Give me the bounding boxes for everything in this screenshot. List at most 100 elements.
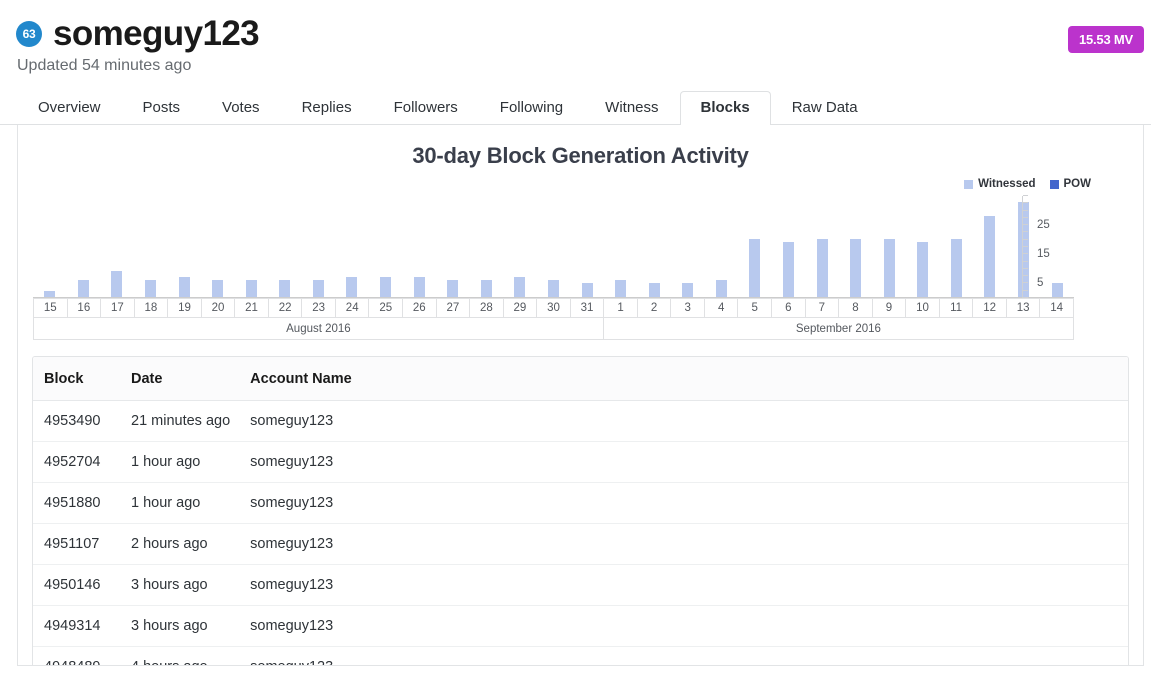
- chart-bar-cell[interactable]: [537, 196, 571, 297]
- chart-bar[interactable]: [380, 277, 391, 297]
- chart-bar-cell[interactable]: [167, 196, 201, 297]
- legend-item-pow[interactable]: POW: [1050, 178, 1091, 190]
- chart-bar[interactable]: [179, 277, 190, 297]
- chart-bar[interactable]: [984, 216, 995, 297]
- chart-bar-cell[interactable]: [671, 196, 705, 297]
- chart-bar-cell[interactable]: [839, 196, 873, 297]
- y-axis-tick: [1023, 202, 1028, 203]
- x-axis-day-label: 1: [604, 299, 638, 317]
- chart-bar[interactable]: [414, 277, 425, 297]
- chart-bar-cell[interactable]: [973, 196, 1007, 297]
- chart-bar[interactable]: [145, 280, 156, 297]
- cell-account[interactable]: someguy123: [240, 442, 1128, 483]
- cell-account[interactable]: someguy123: [240, 483, 1128, 524]
- x-axis-day-label: 31: [571, 299, 605, 317]
- chart-bar[interactable]: [548, 280, 559, 297]
- chart-bar[interactable]: [44, 291, 55, 297]
- table-row[interactable]: 49518801 hour agosomeguy123: [33, 483, 1128, 524]
- chart-bar[interactable]: [447, 280, 458, 297]
- tab-witness[interactable]: Witness: [584, 91, 679, 125]
- y-axis-label: 15: [1037, 248, 1050, 260]
- chart-bar-cell[interactable]: [940, 196, 974, 297]
- chart-bar-cell[interactable]: [268, 196, 302, 297]
- chart-bar[interactable]: [817, 239, 828, 297]
- table-row[interactable]: 49493143 hours agosomeguy123: [33, 606, 1128, 647]
- y-axis-tick: [1023, 239, 1028, 240]
- chart-y-axis: 51525: [1022, 196, 1074, 298]
- x-axis-day-label: 18: [135, 299, 169, 317]
- chart-bar-cell[interactable]: [906, 196, 940, 297]
- chart-bar-cell[interactable]: [604, 196, 638, 297]
- chart-bar[interactable]: [749, 239, 760, 297]
- tab-posts[interactable]: Posts: [122, 91, 202, 125]
- tab-votes[interactable]: Votes: [201, 91, 281, 125]
- y-axis-tick: [1023, 275, 1028, 276]
- tab-followers[interactable]: Followers: [373, 91, 479, 125]
- chart-bar-cell[interactable]: [637, 196, 671, 297]
- chart-bar-cell[interactable]: [335, 196, 369, 297]
- y-axis-tick: [1023, 268, 1028, 269]
- chart-bar[interactable]: [582, 283, 593, 297]
- cell-account[interactable]: someguy123: [240, 401, 1128, 442]
- chart-bar[interactable]: [615, 280, 626, 297]
- chart-bar-cell[interactable]: [100, 196, 134, 297]
- table-row[interactable]: 49501463 hours agosomeguy123: [33, 565, 1128, 606]
- tab-blocks[interactable]: Blocks: [680, 91, 771, 125]
- x-axis-day-label: 9: [873, 299, 907, 317]
- chart-bar-cell[interactable]: [134, 196, 168, 297]
- tab-following[interactable]: Following: [479, 91, 584, 125]
- chart-bar-cell[interactable]: [503, 196, 537, 297]
- table-row[interactable]: 49527041 hour agosomeguy123: [33, 442, 1128, 483]
- chart-bar-cell[interactable]: [772, 196, 806, 297]
- cell-account[interactable]: someguy123: [240, 565, 1128, 606]
- chart-bar-cell[interactable]: [805, 196, 839, 297]
- chart-bar-cell[interactable]: [738, 196, 772, 297]
- chart-bar[interactable]: [716, 280, 727, 297]
- chart-bar[interactable]: [783, 242, 794, 297]
- tab-raw-data[interactable]: Raw Data: [771, 91, 879, 125]
- cell-account[interactable]: someguy123: [240, 647, 1128, 667]
- chart-bar[interactable]: [917, 242, 928, 297]
- chart-bar[interactable]: [514, 277, 525, 297]
- chart-bar-cell[interactable]: [302, 196, 336, 297]
- x-axis-day-label: 29: [504, 299, 538, 317]
- chart-bar-cell[interactable]: [234, 196, 268, 297]
- table-header-row: Block Date Account Name: [33, 357, 1128, 401]
- blocks-table-container: Block Date Account Name 495349021 minute…: [32, 356, 1129, 666]
- cell-account[interactable]: someguy123: [240, 524, 1128, 565]
- chart-bar-cell[interactable]: [570, 196, 604, 297]
- chart-bar[interactable]: [850, 239, 861, 297]
- chart-bar-cell[interactable]: [705, 196, 739, 297]
- chart-bar-cell[interactable]: [402, 196, 436, 297]
- tab-replies[interactable]: Replies: [281, 91, 373, 125]
- chart-bar-cell[interactable]: [369, 196, 403, 297]
- column-header-block[interactable]: Block: [33, 357, 121, 401]
- chart-bar[interactable]: [682, 283, 693, 297]
- cell-account[interactable]: someguy123: [240, 606, 1128, 647]
- chart-bar[interactable]: [951, 239, 962, 297]
- chart-bar[interactable]: [212, 280, 223, 297]
- chart-bar[interactable]: [313, 280, 324, 297]
- column-header-date[interactable]: Date: [121, 357, 240, 401]
- chart-bar[interactable]: [884, 239, 895, 297]
- chart-bar-cell[interactable]: [436, 196, 470, 297]
- chart-bar[interactable]: [649, 283, 660, 297]
- chart-bar[interactable]: [246, 280, 257, 297]
- table-row[interactable]: 49511072 hours agosomeguy123: [33, 524, 1128, 565]
- table-row[interactable]: 49484894 hours agosomeguy123: [33, 647, 1128, 667]
- chart-bar-cell[interactable]: [201, 196, 235, 297]
- chart-bar[interactable]: [78, 280, 89, 297]
- chart-bar-cell[interactable]: [67, 196, 101, 297]
- column-header-account-name[interactable]: Account Name: [240, 357, 1128, 401]
- chart-bar-cell[interactable]: [470, 196, 504, 297]
- legend-item-witnessed[interactable]: Witnessed: [964, 178, 1035, 190]
- table-row[interactable]: 495349021 minutes agosomeguy123: [33, 401, 1128, 442]
- chart-bar[interactable]: [481, 280, 492, 297]
- chart-bar-cell[interactable]: [33, 196, 67, 297]
- chart-bar[interactable]: [346, 277, 357, 297]
- tab-overview[interactable]: Overview: [17, 91, 122, 125]
- cell-date: 3 hours ago: [121, 565, 240, 606]
- chart-bar-cell[interactable]: [872, 196, 906, 297]
- chart-bar[interactable]: [279, 280, 290, 297]
- chart-bar[interactable]: [111, 271, 122, 297]
